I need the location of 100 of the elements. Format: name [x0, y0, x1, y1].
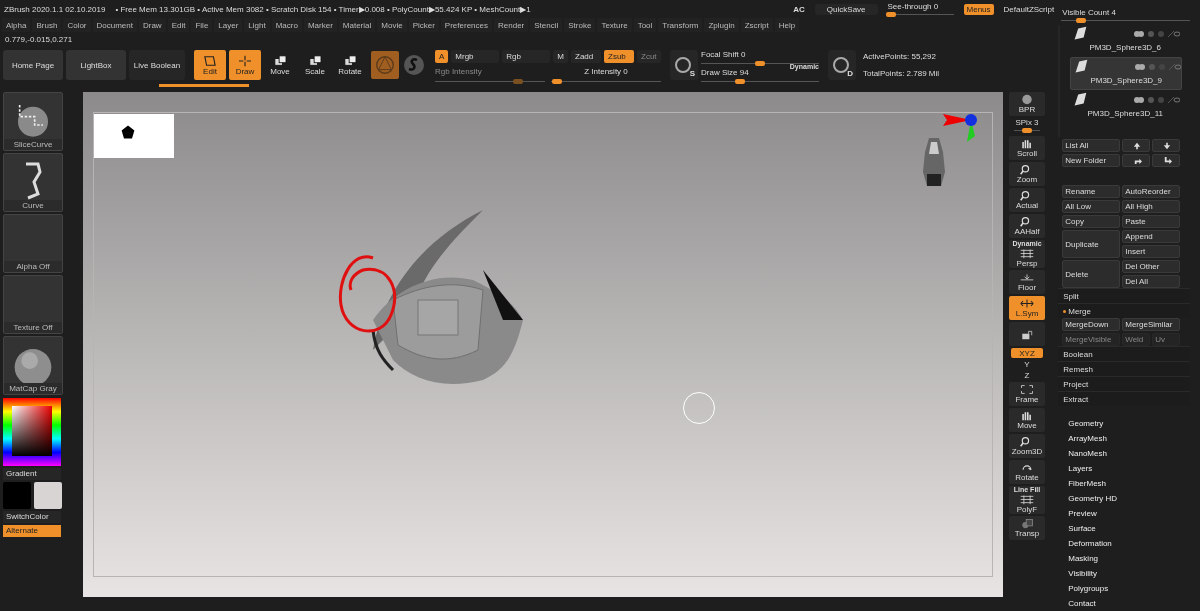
visible-count-slider[interactable]: Visible Count 4: [1058, 8, 1200, 22]
move-up-button[interactable]: [1122, 139, 1151, 152]
tool-section[interactable]: FiberMesh: [1068, 476, 1200, 491]
switch-color-button[interactable]: SwitchColor: [3, 511, 61, 523]
main-color-swatch[interactable]: [3, 482, 31, 509]
channel-toggle[interactable]: A: [435, 50, 449, 63]
duplicate-button[interactable]: Duplicate: [1062, 230, 1121, 258]
split-section[interactable]: Split: [1058, 288, 1191, 303]
menu-item[interactable]: Texture: [597, 18, 632, 32]
channel-toggle[interactable]: Zadd: [571, 50, 601, 63]
list-all-button[interactable]: List All: [1062, 139, 1121, 152]
bent-arrow-button[interactable]: [1152, 154, 1181, 167]
nav-button[interactable]: LightBox: [66, 50, 126, 80]
see-through-slider[interactable]: See-through 0: [887, 0, 954, 18]
viewport-tool-button[interactable]: [1009, 322, 1045, 346]
subtool-action-button[interactable]: Insert: [1122, 245, 1181, 258]
merge-button[interactable]: MergeSimilar: [1122, 318, 1181, 331]
z-intensity-slider[interactable]: Z Intensity 0: [551, 67, 661, 80]
viewport-tool-button[interactable]: Scroll: [1009, 136, 1045, 160]
subtool-section[interactable]: Project: [1058, 376, 1191, 391]
subtool-item[interactable]: PM3D_Sphere3D_6: [1070, 25, 1181, 57]
move-down-button[interactable]: [1152, 139, 1181, 152]
palette-tile[interactable]: MatCap Gray: [3, 336, 63, 395]
menu-item[interactable]: Document: [92, 18, 137, 32]
tool-section[interactable]: Deformation: [1068, 536, 1200, 551]
palette-tile[interactable]: SliceCurve: [3, 92, 63, 151]
viewport-tool-button[interactable]: XYZ: [1011, 348, 1043, 358]
menu-item[interactable]: Transform: [658, 18, 703, 32]
subtool-action-button[interactable]: Rename: [1062, 185, 1121, 198]
mode-button[interactable]: Scale: [299, 50, 331, 80]
viewport-tool-button[interactable]: Y: [1009, 360, 1045, 369]
subtool-action-button[interactable]: Del Other: [1122, 260, 1181, 273]
slider-thumb[interactable]: [885, 11, 896, 17]
material-swatch[interactable]: [371, 51, 399, 79]
viewport-tool-button[interactable]: Actual: [1009, 188, 1045, 212]
menu-item[interactable]: Preferences: [440, 18, 492, 32]
slider-thumb[interactable]: [734, 79, 745, 84]
subtool-item[interactable]: PM3D_Sphere3D_9: [1070, 57, 1183, 91]
curved-arrow-button[interactable]: [1122, 154, 1151, 167]
quicksave-button[interactable]: QuickSave: [814, 3, 878, 15]
menu-item[interactable]: Edit: [167, 18, 190, 32]
merge-section[interactable]: Merge: [1058, 303, 1191, 318]
subtool-action-button[interactable]: Copy: [1062, 215, 1121, 228]
viewport-tool-button[interactable]: SPix 3: [1009, 118, 1045, 134]
nav-button[interactable]: Home Page: [3, 50, 63, 80]
subtool-action-button[interactable]: Paste: [1122, 215, 1181, 228]
color-picker[interactable]: [3, 398, 61, 466]
menu-item[interactable]: Layer: [214, 18, 243, 32]
palette-tile[interactable]: Curve: [3, 153, 63, 212]
viewport-tool-button[interactable]: Z: [1009, 371, 1045, 380]
channel-toggle[interactable]: Mrgb: [451, 50, 500, 63]
menu-item[interactable]: Zplugin: [704, 18, 739, 32]
menu-item[interactable]: Material: [338, 18, 376, 32]
stroke-d-button[interactable]: D: [828, 50, 856, 80]
gradient-label[interactable]: Gradient: [3, 468, 61, 480]
tool-section[interactable]: Preview: [1068, 506, 1200, 521]
menu-item[interactable]: Movie: [377, 18, 407, 32]
menu-item[interactable]: Tool: [633, 18, 657, 32]
subtool-action-button[interactable]: Append: [1122, 230, 1181, 243]
nav-button[interactable]: Live Boolean: [129, 50, 185, 80]
viewport-tool-button[interactable]: BPR: [1009, 92, 1045, 116]
menu-item[interactable]: Macro: [271, 18, 302, 32]
menu-item[interactable]: Picker: [408, 18, 439, 32]
viewport-tool-button[interactable]: Zoom3D: [1009, 434, 1045, 458]
menu-item[interactable]: Light: [244, 18, 270, 32]
s-curve-icon[interactable]: [402, 53, 426, 77]
tool-section[interactable]: Geometry: [1068, 416, 1200, 431]
tool-section[interactable]: Geometry HD: [1068, 491, 1200, 506]
menu-item[interactable]: Color: [63, 18, 91, 32]
menu-item[interactable]: Draw: [138, 18, 166, 32]
viewport-canvas[interactable]: [83, 92, 1003, 597]
channel-toggle[interactable]: M: [553, 50, 568, 63]
new-folder-button[interactable]: New Folder: [1062, 154, 1121, 167]
menu-item[interactable]: Stencil: [530, 18, 563, 32]
menus-toggle[interactable]: Menus: [963, 3, 994, 15]
focal-shift-slider[interactable]: Focal Shift 0: [701, 50, 819, 62]
tool-section[interactable]: Masking: [1068, 551, 1200, 566]
viewport-tool-button[interactable]: L.Sym: [1009, 296, 1045, 320]
viewport-tool-button[interactable]: Transp: [1009, 516, 1045, 540]
slider-thumb[interactable]: [755, 61, 765, 66]
viewport-tool-button[interactable]: AAHalf: [1009, 214, 1045, 238]
subtool-action-button[interactable]: All High: [1122, 200, 1181, 213]
ac-label[interactable]: AC: [793, 4, 805, 14]
slider-thumb[interactable]: [551, 79, 562, 84]
subtool-action-button[interactable]: AutoReorder: [1122, 185, 1181, 198]
menu-item[interactable]: Stroke: [564, 18, 596, 32]
tool-section[interactable]: Polygroups: [1068, 581, 1200, 596]
alternate-toggle[interactable]: Alternate: [3, 525, 61, 537]
menu-item[interactable]: Marker: [303, 18, 337, 32]
tool-section[interactable]: Contact: [1068, 596, 1200, 611]
menu-item[interactable]: Render: [494, 18, 529, 32]
slider-thumb[interactable]: [1075, 18, 1086, 24]
tool-section[interactable]: Layers: [1068, 461, 1200, 476]
viewport-tool-button[interactable]: Move: [1009, 408, 1045, 432]
menu-item[interactable]: Zscript: [740, 18, 773, 32]
menu-item[interactable]: File: [191, 18, 213, 32]
secondary-color-swatch[interactable]: [34, 482, 62, 509]
subtool-item[interactable]: PM3D_Sphere3D_11: [1070, 91, 1181, 123]
mode-button[interactable]: Draw: [229, 50, 261, 80]
viewport-tool-button[interactable]: Zoom: [1009, 162, 1045, 186]
